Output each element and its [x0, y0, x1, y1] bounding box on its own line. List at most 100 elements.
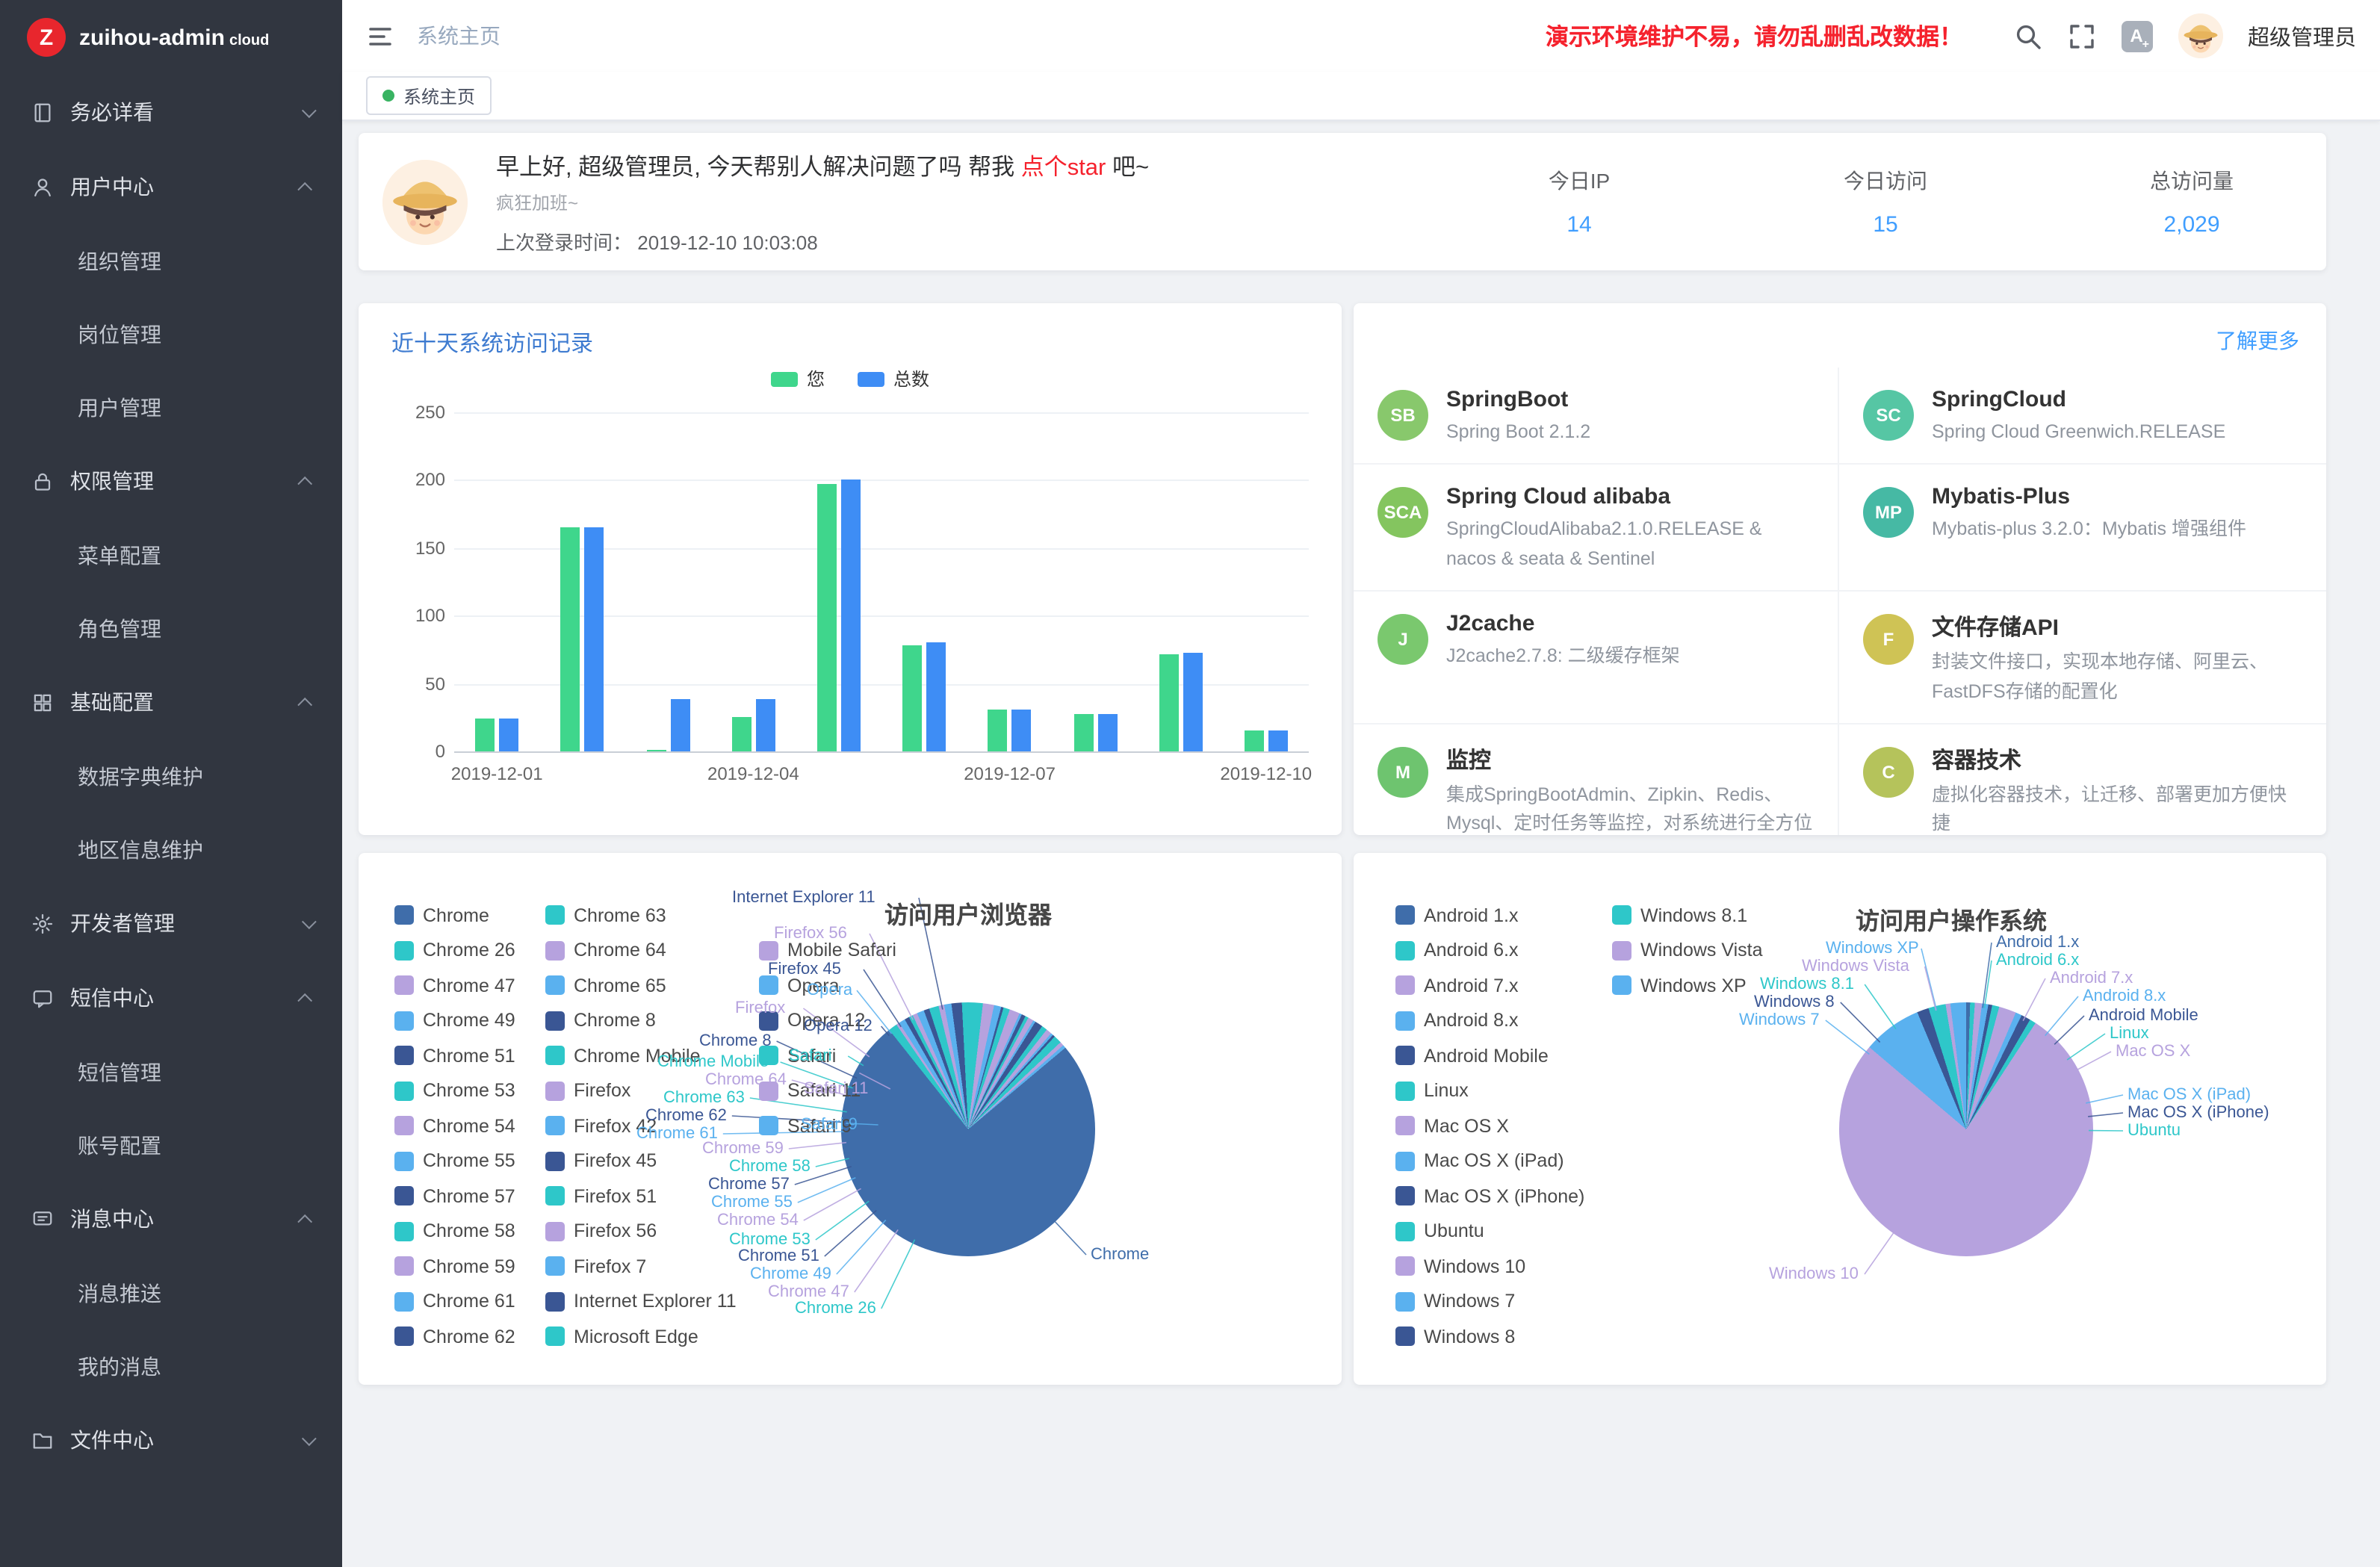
- legend-item[interactable]: Chrome 51: [394, 1038, 545, 1073]
- sidebar-item-7[interactable]: 文件中心: [0, 1403, 342, 1477]
- stat-value[interactable]: 2,029: [2102, 212, 2281, 238]
- bar-legend-item[interactable]: 您: [771, 366, 825, 391]
- bar-总数-2019-12-01[interactable]: [499, 719, 518, 751]
- sidebar-subitem[interactable]: 菜单配置: [0, 518, 342, 592]
- sidebar-subitem[interactable]: 短信管理: [0, 1035, 342, 1108]
- legend-item[interactable]: Chrome 53: [394, 1073, 545, 1108]
- bar-总数-2019-12-08[interactable]: [1097, 715, 1117, 751]
- legend-item[interactable]: Chrome 59: [394, 1249, 545, 1284]
- bar-您-2019-12-04[interactable]: [731, 718, 751, 751]
- feature-item[interactable]: MPMybatis-PlusMybatis-plus 3.2.0：Mybatis…: [1839, 465, 2326, 592]
- sidebar-item-1[interactable]: 用户中心: [0, 149, 342, 224]
- feature-item[interactable]: M监控集成SpringBootAdmin、Zipkin、Redis、Mysql、…: [1354, 724, 1839, 835]
- legend-item[interactable]: Android 6.x: [1395, 933, 1612, 968]
- bar-您-2019-12-03[interactable]: [646, 750, 666, 751]
- legend-item[interactable]: Safari: [759, 1038, 953, 1073]
- bar-总数-2019-12-09[interactable]: [1183, 652, 1202, 751]
- bar-总数-2019-12-02[interactable]: [585, 527, 604, 751]
- search-icon[interactable]: [2013, 22, 2042, 50]
- feature-item[interactable]: SBSpringBootSpring Boot 2.1.2: [1354, 367, 1839, 465]
- sidebar-subitem[interactable]: 角色管理: [0, 592, 342, 665]
- legend-item[interactable]: Mac OS X: [1395, 1108, 1612, 1144]
- legend-item[interactable]: Chrome 61: [394, 1284, 545, 1319]
- legend-item[interactable]: Mac OS X (iPhone): [1395, 1179, 1612, 1214]
- sidebar-item-3[interactable]: 基础配置: [0, 665, 342, 739]
- bar-您-2019-12-05[interactable]: [817, 484, 837, 751]
- bar-总数-2019-12-03[interactable]: [670, 700, 689, 751]
- sidebar-item-2[interactable]: 权限管理: [0, 444, 342, 518]
- feature-item[interactable]: JJ2cacheJ2cache2.7.8: 二级缓存框架: [1354, 592, 1839, 724]
- legend-item[interactable]: Chrome 47: [394, 968, 545, 1003]
- legend-item[interactable]: Ubuntu: [1395, 1214, 1612, 1249]
- sidebar-subitem[interactable]: 账号配置: [0, 1108, 342, 1182]
- feature-item[interactable]: SCASpring Cloud alibabaSpringCloudAlibab…: [1354, 465, 1839, 592]
- bar-您-2019-12-02[interactable]: [561, 527, 580, 751]
- legend-item[interactable]: Windows 8: [1395, 1319, 1612, 1354]
- bar-您-2019-12-06[interactable]: [902, 645, 922, 751]
- font-size-icon[interactable]: A+: [2121, 20, 2152, 52]
- username[interactable]: 超级管理员: [2248, 20, 2356, 52]
- collapse-menu-icon[interactable]: [366, 22, 394, 50]
- legend-item[interactable]: Mac OS X (iPad): [1395, 1144, 1612, 1179]
- legend-item[interactable]: Windows Vista: [1612, 933, 1776, 968]
- bar-您-2019-12-07[interactable]: [988, 710, 1008, 751]
- sidebar-item-0[interactable]: 务必详看: [0, 75, 342, 149]
- app-logo[interactable]: Z zuihou-admincloud: [0, 0, 342, 75]
- feature-item[interactable]: SCSpringCloudSpring Cloud Greenwich.RELE…: [1839, 367, 2326, 465]
- bar-总数-2019-12-10[interactable]: [1268, 731, 1288, 751]
- legend-item[interactable]: Internet Explorer 11: [545, 1284, 759, 1319]
- legend-item[interactable]: Windows 8.1: [1612, 898, 1776, 933]
- bar-总数-2019-12-05[interactable]: [841, 480, 861, 751]
- stat-value[interactable]: 15: [1796, 212, 1975, 238]
- legend-item[interactable]: Chrome 64: [545, 933, 759, 968]
- legend-item[interactable]: Chrome 57: [394, 1179, 545, 1214]
- legend-item[interactable]: Firefox 7: [545, 1249, 759, 1284]
- legend-item[interactable]: Chrome 63: [545, 898, 759, 933]
- bar-您-2019-12-01[interactable]: [475, 719, 495, 751]
- legend-item[interactable]: Chrome: [394, 898, 545, 933]
- legend-item[interactable]: Android 1.x: [1395, 898, 1612, 933]
- legend-item[interactable]: Linux: [1395, 1073, 1612, 1108]
- bar-legend-item[interactable]: 总数: [858, 366, 929, 391]
- sidebar-subitem[interactable]: 岗位管理: [0, 297, 342, 370]
- sidebar-item-5[interactable]: 短信中心: [0, 961, 342, 1035]
- feature-item[interactable]: F文件存储API封装文件接口，实现本地存储、阿里云、FastDFS存储的配置化: [1839, 592, 2326, 724]
- bar-您-2019-12-10[interactable]: [1245, 731, 1264, 751]
- legend-item[interactable]: Chrome 49: [394, 1003, 545, 1038]
- bar-总数-2019-12-07[interactable]: [1012, 710, 1032, 751]
- sidebar-subitem[interactable]: 地区信息维护: [0, 813, 342, 886]
- sidebar-subitem[interactable]: 消息推送: [0, 1256, 342, 1329]
- bar-总数-2019-12-06[interactable]: [926, 643, 946, 751]
- legend-item[interactable]: Chrome 62: [394, 1319, 545, 1354]
- stat-value[interactable]: 14: [1490, 212, 1669, 238]
- legend-item[interactable]: Chrome 26: [394, 933, 545, 968]
- legend-item[interactable]: Windows 7: [1395, 1284, 1612, 1319]
- tab-home[interactable]: 系统主页: [366, 76, 492, 115]
- sidebar-item-6[interactable]: 消息中心: [0, 1182, 342, 1256]
- legend-item[interactable]: Chrome 55: [394, 1144, 545, 1179]
- bar-总数-2019-12-04[interactable]: [755, 698, 775, 751]
- star-link[interactable]: 点个star: [1021, 155, 1106, 180]
- legend-item[interactable]: Microsoft Edge: [545, 1319, 759, 1354]
- os-pie[interactable]: [1839, 1002, 2093, 1256]
- sidebar-subitem[interactable]: 组织管理: [0, 224, 342, 297]
- bar-您-2019-12-08[interactable]: [1073, 715, 1093, 751]
- sidebar-subitem[interactable]: 用户管理: [0, 370, 342, 444]
- legend-item[interactable]: Android 7.x: [1395, 968, 1612, 1003]
- sidebar-item-label: 消息中心: [70, 1204, 154, 1234]
- legend-item[interactable]: Chrome 54: [394, 1108, 545, 1144]
- legend-item[interactable]: Chrome 65: [545, 968, 759, 1003]
- sidebar-subitem[interactable]: 数据字典维护: [0, 739, 342, 813]
- feature-item[interactable]: C容器技术虚拟化容器技术，让迁移、部署更加方便快捷: [1839, 724, 2326, 835]
- legend-item[interactable]: Windows XP: [1612, 968, 1776, 1003]
- fullscreen-icon[interactable]: [2067, 22, 2095, 50]
- sidebar-item-4[interactable]: 开发者管理: [0, 886, 342, 961]
- sidebar-subitem[interactable]: 我的消息: [0, 1329, 342, 1403]
- legend-item[interactable]: Android Mobile: [1395, 1038, 1612, 1073]
- legend-item[interactable]: Chrome 58: [394, 1214, 545, 1249]
- legend-item[interactable]: Android 8.x: [1395, 1003, 1612, 1038]
- bar-您-2019-12-09[interactable]: [1159, 654, 1178, 751]
- avatar[interactable]: [2178, 13, 2222, 58]
- legend-item[interactable]: Windows 10: [1395, 1249, 1612, 1284]
- learn-more-link[interactable]: 了解更多: [2216, 326, 2299, 356]
